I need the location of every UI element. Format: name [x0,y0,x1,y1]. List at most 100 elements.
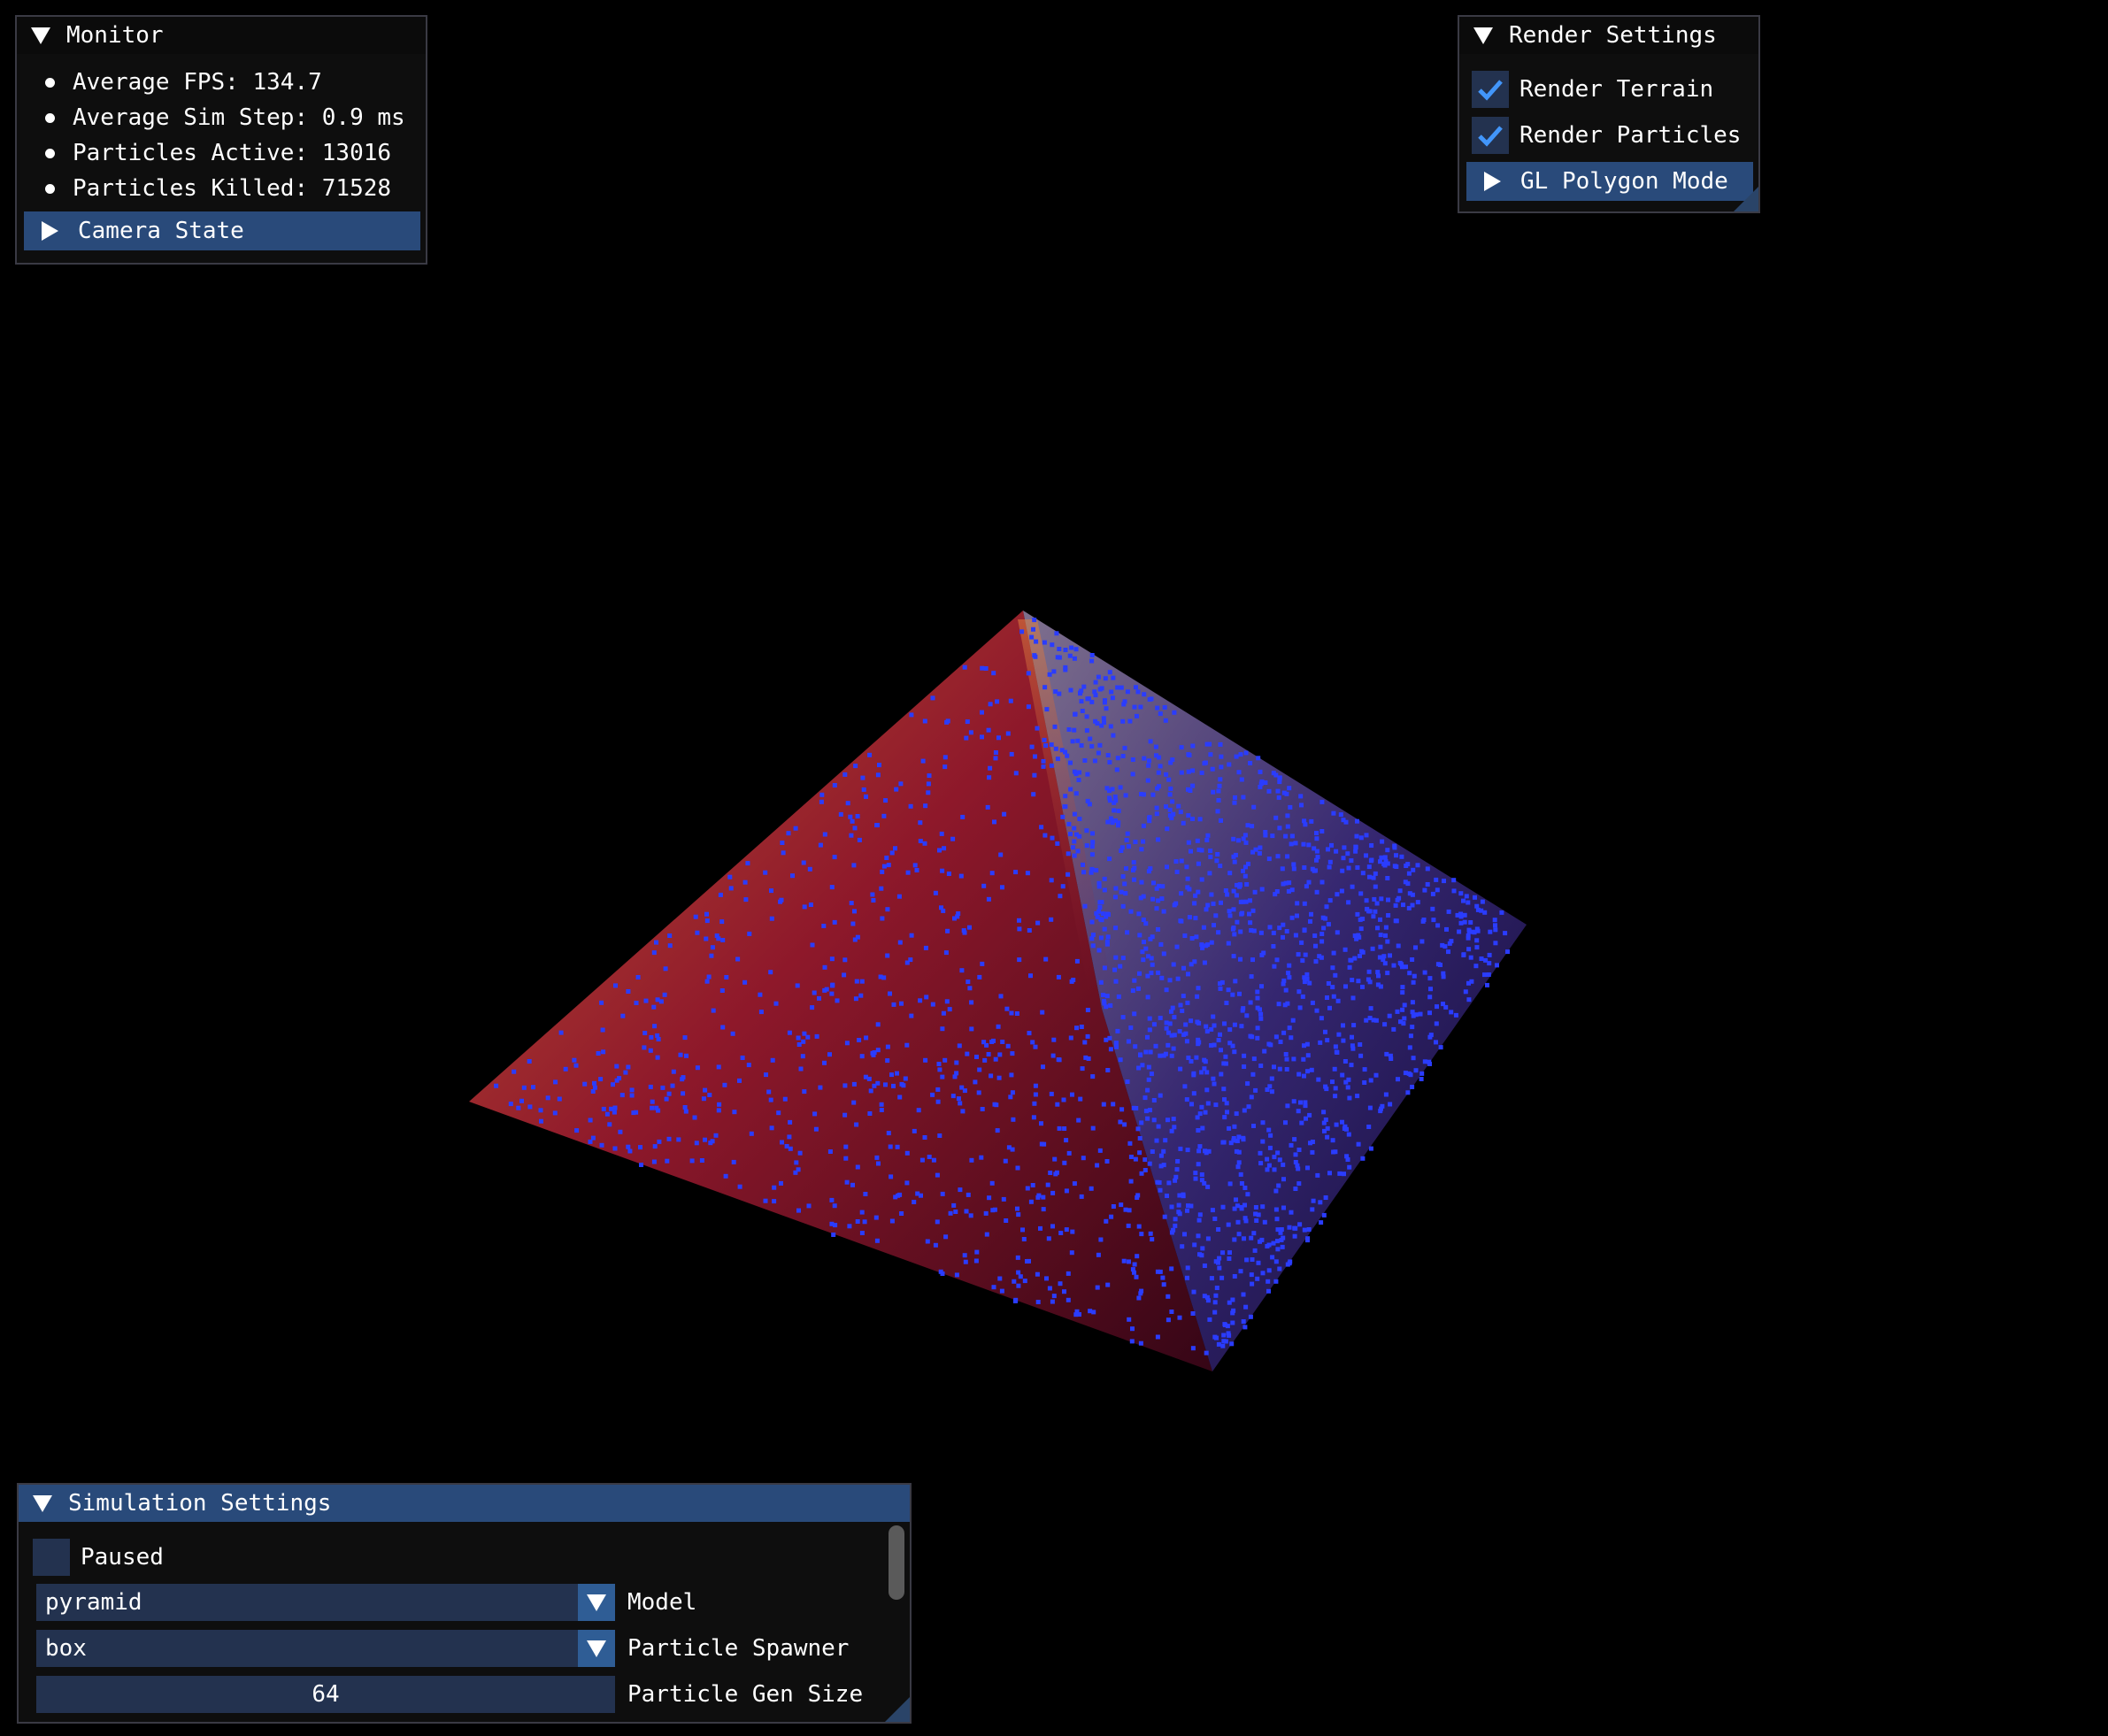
particle [1412,973,1417,979]
particle [885,953,890,958]
particle [1166,1294,1171,1299]
particle [1256,756,1261,761]
camera-state-header[interactable]: Camera State [24,211,420,250]
particle [1218,864,1223,869]
gl-polygon-mode-header[interactable]: GL Polygon Mode [1466,162,1753,201]
particle [1354,833,1359,839]
particle [1346,900,1351,905]
particle [1235,1164,1241,1170]
particle [1028,1199,1034,1204]
particle [1356,1141,1361,1147]
model-combo[interactable]: pyramid [36,1584,615,1621]
particle [808,903,813,907]
collapse-arrow-icon[interactable] [33,1494,52,1512]
particle [1230,1310,1235,1316]
particle [969,1026,974,1032]
paused-checkbox[interactable] [33,1539,70,1576]
particle [1296,989,1302,995]
particle [1129,1339,1135,1344]
particle [1104,706,1109,711]
resize-grip-icon[interactable] [885,1697,910,1722]
particle [1207,1317,1212,1322]
particle [1169,1128,1174,1133]
particle [1132,1262,1137,1267]
render-settings-titlebar[interactable]: Render Settings [1459,17,1758,54]
render-terrain-option[interactable]: Render Terrain [1472,70,1713,109]
simulation-settings-titlebar[interactable]: Simulation Settings [19,1485,910,1522]
particle [1277,1066,1282,1072]
particle [871,898,876,903]
particle [1410,1085,1415,1089]
particle [1303,1103,1308,1109]
particle [1215,809,1220,814]
particle [1293,1187,1298,1191]
particle-spawner-combo[interactable]: box [36,1630,615,1667]
particle [1202,1264,1207,1268]
render-terrain-checkbox[interactable] [1472,71,1509,108]
particle [1090,831,1095,836]
particle [1353,844,1358,849]
particle [935,1219,940,1225]
particle [1072,839,1077,844]
particle [1075,849,1081,854]
chevron-down-icon[interactable] [578,1584,615,1621]
particle [1089,658,1095,664]
particle [1154,906,1159,911]
particle [1201,925,1206,930]
particle [1109,1214,1114,1219]
particle [1258,1007,1262,1012]
particle [1066,1271,1071,1276]
particle [1259,952,1265,957]
particle [1186,840,1191,845]
particle [786,831,791,836]
particle [899,1001,904,1006]
particle [1334,849,1339,854]
particle [1285,813,1290,818]
particle [1302,865,1307,870]
particle [1196,1020,1202,1025]
particle [926,790,931,795]
particle [1200,1246,1205,1251]
particle [1393,903,1398,908]
particle [1263,830,1268,834]
render-particles-checkbox[interactable] [1472,117,1509,154]
particle [1072,656,1077,661]
particle [1329,842,1334,848]
collapse-arrow-icon[interactable] [31,27,50,44]
particle [1135,1195,1140,1200]
particle [987,775,992,780]
particle [731,1159,736,1164]
particle [652,1144,658,1149]
particle [1189,962,1194,967]
particle [950,836,956,841]
collapse-arrow-icon[interactable] [1473,27,1493,44]
particle [1327,859,1333,864]
particle [842,1083,848,1088]
particle [1127,1259,1131,1264]
particle [1204,838,1210,842]
chevron-down-icon[interactable] [578,1630,615,1667]
particle [1097,687,1103,692]
render-particles-option[interactable]: Render Particles [1472,116,1741,155]
particle [1287,1225,1292,1230]
particle [1373,884,1378,889]
particle [1145,1116,1150,1121]
particle [1000,885,1004,890]
vertical-scrollbar[interactable] [889,1525,904,1600]
particle-gen-size-input[interactable]: 64 [36,1676,615,1713]
particle [769,916,774,921]
paused-option[interactable]: Paused [33,1538,164,1577]
particle [1019,629,1025,634]
particle [652,1024,658,1029]
particle [943,950,949,956]
particle [1219,754,1224,759]
particle [1136,1295,1142,1301]
particle [1408,1033,1413,1039]
particle [1116,809,1121,813]
resize-grip-icon[interactable] [1734,187,1758,211]
particle [1192,901,1197,906]
particle [1196,861,1201,866]
particle [737,1078,742,1083]
particle [763,870,768,875]
monitor-titlebar[interactable]: Monitor [17,17,426,54]
